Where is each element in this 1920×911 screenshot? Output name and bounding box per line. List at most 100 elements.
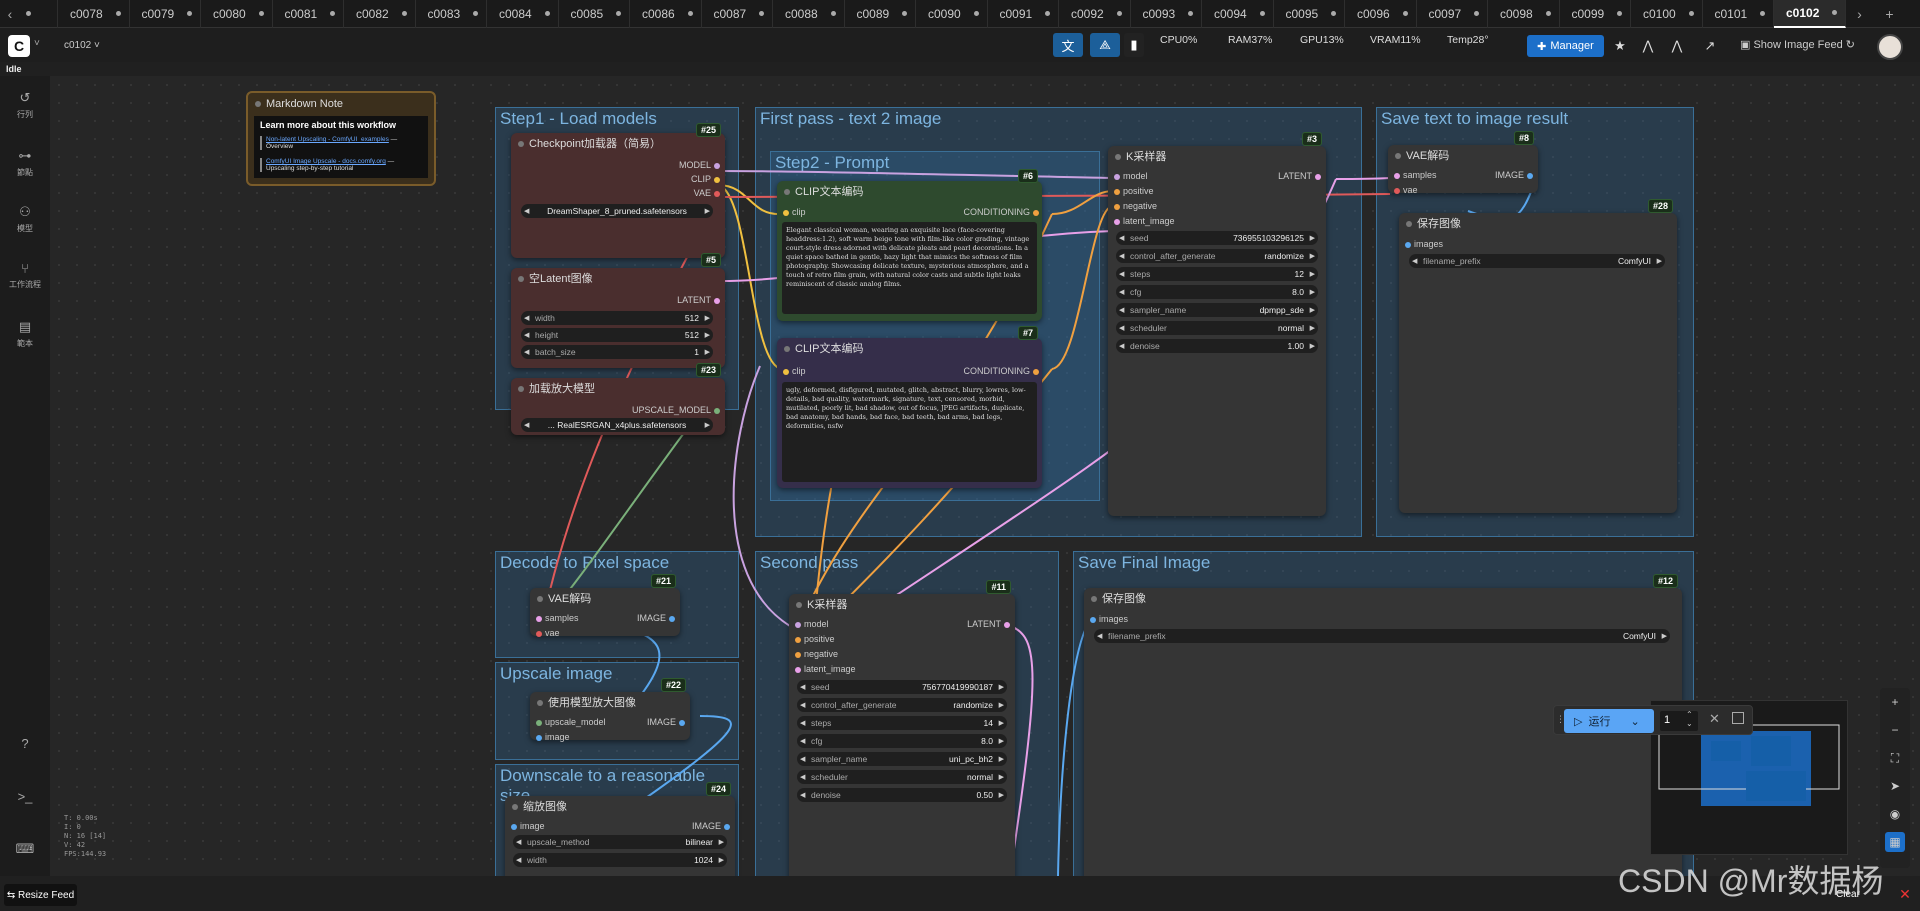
tab-dot-icon[interactable] [759,11,764,16]
port-upscale-model-in[interactable]: upscale_model [536,717,606,727]
tab-c0094[interactable]: c0094 [1202,0,1274,28]
keyboard-icon[interactable]: ⌨ [0,841,50,857]
link-toggle-icon[interactable]: ⟁ [1090,33,1120,57]
port-images-in[interactable]: images [1089,614,1128,624]
tab-dot-icon[interactable] [1331,11,1336,16]
close-icon[interactable]: ✕ [1709,711,1720,727]
tab-c0097[interactable]: c0097 [1417,0,1488,28]
node-empty-latent[interactable]: 空Latent图像 LATENT width 512 height 512 batc… [511,268,725,377]
tab-scroll-right-icon[interactable]: › [1850,0,1870,28]
chevron-down-icon[interactable]: ⌄ [1630,715,1639,728]
tab-dot-icon[interactable] [1688,11,1694,16]
tab-dot-icon[interactable] [1402,11,1408,16]
denoise-widget[interactable]: denoise 0.50 [797,788,1007,802]
zoom-out-icon[interactable]: − [1885,720,1905,740]
run-button[interactable]: ▷ 运行 ⌄ [1564,709,1654,733]
tab-c0101[interactable]: c0101 [1703,0,1774,28]
visibility-icon[interactable]: ◉ [1885,804,1905,824]
tab-c0096[interactable]: c0096 [1345,0,1417,28]
tab-dot-icon[interactable] [1617,11,1622,16]
port-upscale-model-out[interactable]: UPSCALE_MODEL [632,405,721,415]
cfg-widget[interactable]: cfg 8.0 [797,734,1007,748]
port-conditioning-out[interactable]: CONDITIONING [964,366,1039,376]
tab-c0090[interactable]: c0090 [916,0,988,28]
tab-c0089[interactable]: c0089 [845,0,916,28]
tab-dot-icon[interactable] [187,11,192,16]
cfg-widget[interactable]: cfg 8.0 [1116,285,1318,299]
tab-dot-icon[interactable] [973,11,979,16]
node-checkpoint-loader[interactable]: Checkpoint加载器（简易） #25 MODEL CLIP VAE Dre… [511,123,725,267]
fit-view-icon[interactable]: ⛶ [1885,748,1905,768]
tab-dot-icon[interactable] [1545,11,1551,16]
model-a-icon[interactable]: ⋀ [1638,35,1658,57]
tab-dot-icon[interactable] [902,11,907,16]
port-latent-in[interactable]: latent_image [795,664,856,674]
user-avatar[interactable] [1877,34,1903,60]
tab-c0095[interactable]: c0095 [1274,0,1345,28]
node-vae-decode-2[interactable]: #21 VAE解码 samples vae IMAGE [530,574,680,638]
port-latent-out[interactable]: LATENT [967,619,1010,629]
tab-dot-icon[interactable] [1760,11,1765,16]
tab-c0093[interactable]: c0093 [1131,0,1202,28]
stepper-icon[interactable]: ⌃ ⌄ [1686,710,1693,728]
upscale-method-widget[interactable]: upscale_method bilinear [513,835,727,849]
port-image-in[interactable]: image [536,732,570,742]
node-scale-image[interactable]: #24 缩放图像 image IMAGE upscale_method bilin… [505,782,735,876]
steps-widget[interactable]: steps 12 [1116,267,1318,281]
port-image-out[interactable]: IMAGE [647,717,686,727]
port-model-in[interactable]: model [795,619,829,629]
node-save-image-1[interactable]: #28 保存图像 images filename_prefix ComfyUI [1399,199,1677,513]
note-link-2[interactable]: ComfyUI Image Upscale - docs.comfy.org [266,158,386,165]
upscale-model-widget[interactable]: ... RealESRGAN_x4plus.safetensors [521,418,713,432]
tab-dot-icon[interactable] [1831,10,1837,15]
scheduler-widget[interactable]: scheduler normal [797,770,1007,784]
bookmark-icon[interactable]: ▮ [1124,33,1144,57]
tab-c0098[interactable]: c0098 [1488,0,1560,28]
seed-widget[interactable]: seed 756770419990187 [797,680,1007,694]
steps-widget[interactable]: steps 14 [797,716,1007,730]
star-icon[interactable]: ★ [1610,35,1630,57]
port-image-in[interactable]: image [511,821,545,831]
port-negative-in[interactable]: negative [1113,201,1157,211]
tab-c0081[interactable]: c0081 [273,0,344,28]
tab-c0078[interactable]: c0078 [58,0,130,28]
tab-c0082[interactable]: c0082 [344,0,416,28]
port-vae-out[interactable]: VAE [694,188,721,198]
tab-dot-icon[interactable] [401,11,407,16]
tab-c0091[interactable]: c0091 [988,0,1059,28]
sidebar-item-nodes[interactable]: ⊶ 節點 [0,148,50,178]
tab-c0083[interactable]: c0083 [416,0,487,28]
tab-c0087[interactable]: c0087 [702,0,773,28]
tab-dot-icon[interactable] [687,11,693,16]
tab-dot-icon[interactable] [616,11,621,16]
node-upscale-with-model[interactable]: #22 使用模型放大图像 upscale_model image IMAGE [530,678,690,742]
seed-widget[interactable]: seed 736955103296125 [1116,231,1318,245]
workflow-name[interactable]: c0102 ˅ [64,40,100,51]
note-link-1[interactable]: Non-latent Upscaling - ComfyUI_examples [266,136,389,143]
port-negative-in[interactable]: negative [794,649,838,659]
tab-dot-icon[interactable] [258,11,264,16]
tab-c0080[interactable]: c0080 [201,0,273,28]
select-tool-icon[interactable]: ➤ [1885,776,1905,796]
port-latent-out[interactable]: LATENT [677,295,720,305]
tab-c0088[interactable]: c0088 [773,0,845,28]
terminal-icon[interactable]: >_ [0,789,50,804]
comfy-logo-icon[interactable]: C [8,35,30,57]
port-samples-in[interactable]: samples [1394,170,1437,180]
node-clip-negative[interactable]: #7 CLIP文本编码 clip CONDITIONING ugly, defo… [777,326,1042,488]
port-image-out[interactable]: IMAGE [692,821,731,831]
tab-dot-icon[interactable] [1259,11,1265,16]
sampler-name-widget[interactable]: sampler_name uni_pc_bh2 [797,752,1007,766]
markdown-note[interactable]: Markdown Note Learn more about this work… [246,91,436,186]
resize-feed-button[interactable]: ⇆ Resize Feed [4,884,77,906]
tab-dot-icon[interactable] [1116,11,1122,16]
width-widget[interactable]: width 512 [521,311,713,325]
tab-dot-icon[interactable] [544,11,550,16]
denoise-widget[interactable]: denoise 1.00 [1116,339,1318,353]
tab-dot-icon[interactable] [473,11,478,16]
show-image-feed-button[interactable]: ▣ Show Image Feed ↻ [1740,38,1855,51]
tab-dot-icon[interactable] [830,11,836,16]
tab-c0102[interactable]: c0102 [1774,0,1846,28]
tab-partial[interactable] [20,0,58,28]
model-b-icon[interactable]: ⋀ [1667,35,1687,57]
